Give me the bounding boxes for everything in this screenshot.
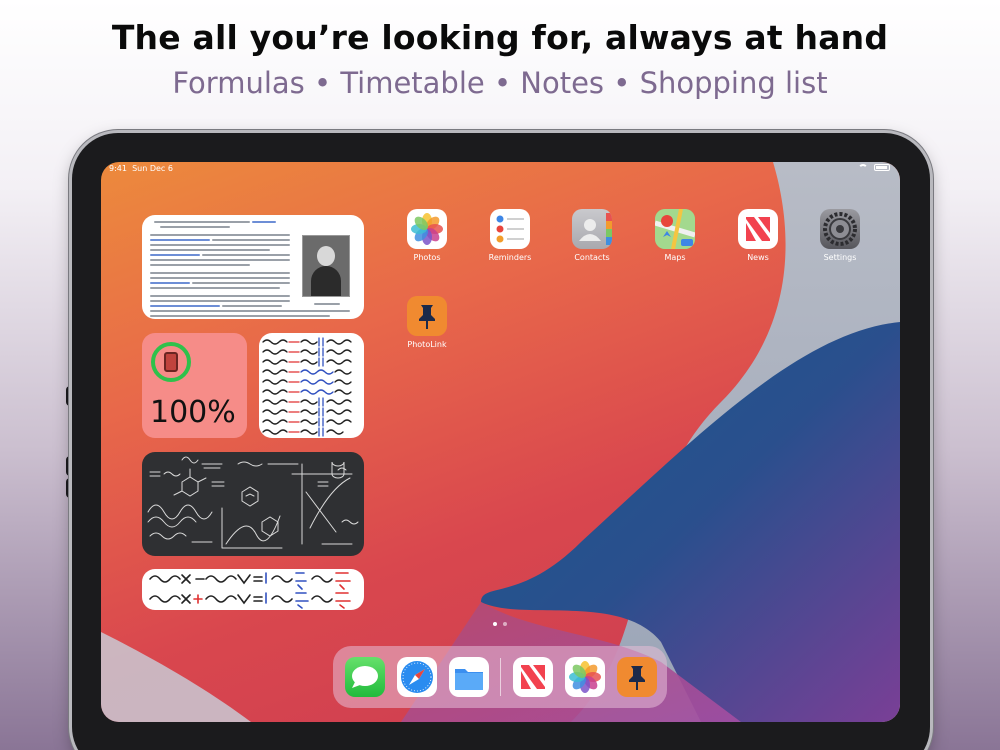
photolink-icon (407, 296, 447, 336)
app-photolink[interactable]: PhotoLink (397, 296, 457, 349)
battery-icon (874, 164, 890, 171)
app-label: Contacts (574, 253, 610, 262)
trig-formula-image (149, 572, 351, 609)
subline: Formulas • Timetable • Notes • Shopping … (172, 66, 828, 100)
photos-icon[interactable] (565, 657, 605, 697)
status-time: 9:41 Sun Dec 6 (109, 164, 173, 173)
maps-icon (655, 209, 695, 249)
ipad-icon (164, 352, 178, 372)
photolink-icon[interactable] (617, 657, 657, 697)
wifi-icon (858, 164, 868, 171)
chalkboard-widget[interactable] (142, 452, 364, 556)
contacts-icon (572, 209, 612, 249)
handwritten-formulas-image (262, 337, 352, 437)
portrait-image (302, 235, 350, 297)
dock-divider (500, 658, 501, 696)
headline: The all you’re looking for, always at ha… (111, 18, 889, 57)
news-icon (738, 209, 778, 249)
trig-formula-widget[interactable] (142, 569, 364, 610)
app-photos[interactable]: Photos (397, 209, 457, 262)
app-label: PhotoLink (407, 340, 447, 349)
app-label: News (747, 253, 769, 262)
app-label: Settings (823, 253, 857, 262)
safari-icon[interactable] (397, 657, 437, 697)
status-indicators (858, 164, 890, 171)
photos-icon (407, 209, 447, 249)
settings-icon (820, 209, 860, 249)
app-label: Reminders (488, 253, 532, 262)
app-label: Maps (664, 253, 686, 262)
page-dot[interactable] (493, 622, 497, 626)
page-indicator[interactable] (493, 622, 507, 626)
reminders-icon (490, 209, 530, 249)
messages-icon[interactable] (345, 657, 385, 697)
dock (333, 646, 667, 708)
files-icon[interactable] (449, 657, 489, 697)
battery-widget[interactable]: 100% (142, 333, 247, 438)
formulas-widget[interactable] (259, 333, 364, 438)
home-screen: 9:41 Sun Dec 6 100% Photos Reminders Con… (101, 162, 900, 722)
chalkboard-image (147, 456, 359, 549)
news-icon[interactable] (513, 657, 553, 697)
battery-percent: 100% (150, 395, 236, 430)
app-contacts[interactable]: Contacts (562, 209, 622, 262)
app-news[interactable]: News (728, 209, 788, 262)
app-maps[interactable]: Maps (645, 209, 705, 262)
page-dot[interactable] (503, 622, 507, 626)
app-settings[interactable]: Settings (810, 209, 870, 262)
app-label: Photos (413, 253, 441, 262)
app-reminders[interactable]: Reminders (480, 209, 540, 262)
wiki-article-widget[interactable] (142, 215, 364, 319)
